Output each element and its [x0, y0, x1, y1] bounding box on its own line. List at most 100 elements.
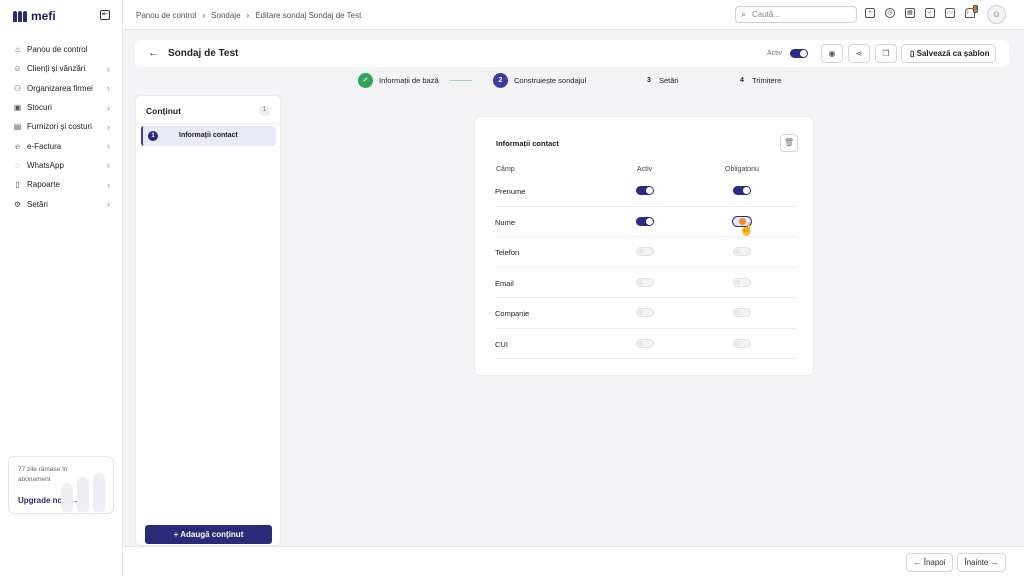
- search-input[interactable]: ⌕ Caută...: [735, 6, 857, 23]
- column-header-required: Obligatoriu: [725, 166, 759, 173]
- delete-button[interactable]: 🗑: [780, 134, 798, 152]
- toggle-switch: [790, 49, 808, 58]
- preview-button[interactable]: ◉: [821, 44, 843, 63]
- sidebar-item-whatsapp[interactable]: ◌ WhatsApp ›: [8, 156, 116, 175]
- column-header-field: Câmp: [496, 166, 515, 173]
- step-number: 2: [493, 73, 508, 88]
- required-toggle[interactable]: [733, 247, 751, 256]
- sidebar-item-panou-de-control[interactable]: ⌂ Panou de control: [8, 40, 116, 59]
- chevron-right-icon: ›: [202, 11, 206, 20]
- arrow-right-icon: →: [990, 558, 999, 567]
- toggle-switch: [733, 338, 751, 348]
- field-label: Email: [495, 278, 514, 288]
- avatar[interactable]: ☺: [987, 5, 1006, 24]
- step-settings[interactable]: 3 Setări: [645, 73, 679, 88]
- add-icon[interactable]: +: [865, 8, 875, 18]
- logo-watermark-icon: [61, 473, 105, 513]
- field-row-companie: Companie: [495, 298, 797, 329]
- home-icon: ⌂: [15, 45, 20, 55]
- calendar-icon[interactable]: ▦: [905, 8, 915, 18]
- bookmark-icon: ▯: [910, 49, 915, 58]
- toggle-switch: [733, 277, 751, 287]
- logo[interactable]: mefi: [13, 9, 56, 23]
- share-button[interactable]: ⋖: [848, 44, 870, 63]
- required-toggle[interactable]: ☝: [732, 215, 754, 236]
- gear-icon: ⚙: [13, 199, 22, 209]
- trash-icon: 🗑: [783, 138, 795, 147]
- step-basic-info[interactable]: ✓ Informații de bază: [358, 73, 439, 88]
- step-send[interactable]: 4 Trimitere: [738, 73, 781, 88]
- duplicate-button[interactable]: ❐: [875, 44, 897, 63]
- sidebar: mefi ⇤ ⌂ Panou de control ☺ Clienți și v…: [0, 0, 123, 576]
- sidebar-item-organizarea[interactable]: ⚇ Organizarea firmei ›: [8, 79, 116, 98]
- toggle-switch: [636, 186, 654, 195]
- card-title: Informații contact: [496, 139, 559, 148]
- required-toggle[interactable]: [733, 186, 751, 195]
- step-number: 4: [740, 77, 744, 84]
- collapse-sidebar-icon[interactable]: ⇤: [100, 10, 110, 20]
- chat-icon[interactable]: ▭: [945, 8, 955, 18]
- add-content-button[interactable]: + Adaugă conținut: [145, 525, 272, 544]
- field-row-prenume: Prenume: [495, 176, 797, 207]
- plus-icon: +: [173, 530, 179, 539]
- sidebar-item-label: e-Factura: [27, 141, 62, 151]
- step-connector: [450, 80, 472, 81]
- sidebar-item-label: Organizarea firmei: [27, 83, 93, 93]
- save-as-template-button[interactable]: ▯ Salvează ca șablon: [901, 44, 996, 63]
- chevron-right-icon: ›: [107, 83, 110, 94]
- chevron-right-icon: ›: [107, 63, 110, 74]
- toggle-switch: [733, 247, 751, 256]
- active-toggle[interactable]: [636, 216, 654, 226]
- chevron-right-icon: ›: [107, 160, 110, 171]
- sidebar-item-setari[interactable]: ⚙ Setări ›: [8, 194, 116, 213]
- step-build-survey[interactable]: 2 Construiește sondajul: [493, 73, 586, 88]
- active-toggle[interactable]: [636, 186, 654, 195]
- app-name: mefi: [31, 9, 56, 23]
- efactura-icon: ℮: [15, 141, 20, 151]
- task-check-icon[interactable]: ✓: [925, 8, 935, 18]
- breadcrumb: Panou de control › Sondaje › Editare son…: [136, 11, 361, 20]
- box-icon: ▣: [13, 103, 22, 113]
- content-count-badge: 1: [259, 105, 270, 116]
- active-toggle[interactable]: [636, 247, 654, 256]
- sidebar-item-efactura[interactable]: ℮ e-Factura ›: [8, 136, 116, 155]
- field-label: Nume: [495, 217, 516, 227]
- share-icon: ⋖: [855, 49, 863, 58]
- sidebar-item-stocuri[interactable]: ▣ Stocuri ›: [8, 98, 116, 117]
- step-number: 3: [647, 77, 651, 84]
- active-toggle[interactable]: [636, 277, 654, 287]
- content-panel: Conținut 1 1 Informații contact + Adaugă…: [135, 95, 281, 546]
- breadcrumb-item[interactable]: Panou de control: [136, 11, 197, 20]
- sidebar-item-clienti[interactable]: ☺ Clienți și vânzări ›: [8, 59, 116, 78]
- active-toggle[interactable]: [636, 338, 654, 348]
- survey-header: ← Sondaj de Test Activ ◉ ⋖ ❐ ▯ Salvează …: [135, 40, 1009, 67]
- content-item-contact-info[interactable]: 1 Informații contact: [141, 126, 276, 146]
- step-label: Trimitere: [752, 76, 782, 85]
- sidebar-item-label: Setări: [27, 199, 48, 209]
- back-button[interactable]: ← Înapoi: [906, 553, 953, 572]
- required-toggle[interactable]: [733, 277, 751, 287]
- next-button[interactable]: Înainte →: [957, 553, 1006, 572]
- active-toggle[interactable]: [636, 308, 654, 317]
- bottom-bar: ← Înapoi Înainte →: [123, 546, 1024, 576]
- sidebar-item-furnizori[interactable]: ▤ Furnizori și costuri ›: [8, 117, 116, 136]
- field-row-nume: Nume ☝: [495, 207, 797, 237]
- required-toggle[interactable]: [733, 308, 751, 317]
- bell-icon[interactable]: ♪3: [965, 5, 979, 18]
- sidebar-item-rapoarte[interactable]: ▯ Rapoarte ›: [8, 175, 116, 194]
- sidebar-nav: ⌂ Panou de control ☺ Clienți și vânzări …: [8, 40, 116, 214]
- sidebar-item-label: WhatsApp: [27, 160, 64, 170]
- active-toggle[interactable]: [790, 49, 808, 58]
- page-title: Sondaj de Test: [168, 48, 239, 59]
- back-arrow-icon[interactable]: ←: [148, 47, 159, 59]
- search-icon: ⌕: [741, 9, 747, 19]
- content-item-number: 1: [148, 131, 158, 141]
- step-label: Construiește sondajul: [514, 76, 587, 85]
- toggle-switch: [636, 216, 654, 226]
- required-toggle[interactable]: [733, 338, 751, 348]
- clipboard-icon: ▯: [15, 180, 20, 190]
- timer-icon[interactable]: ◷: [885, 8, 895, 18]
- chevron-right-icon: ›: [107, 199, 110, 210]
- breadcrumb-item[interactable]: Sondaje: [211, 11, 240, 20]
- copy-icon: ❐: [882, 49, 890, 58]
